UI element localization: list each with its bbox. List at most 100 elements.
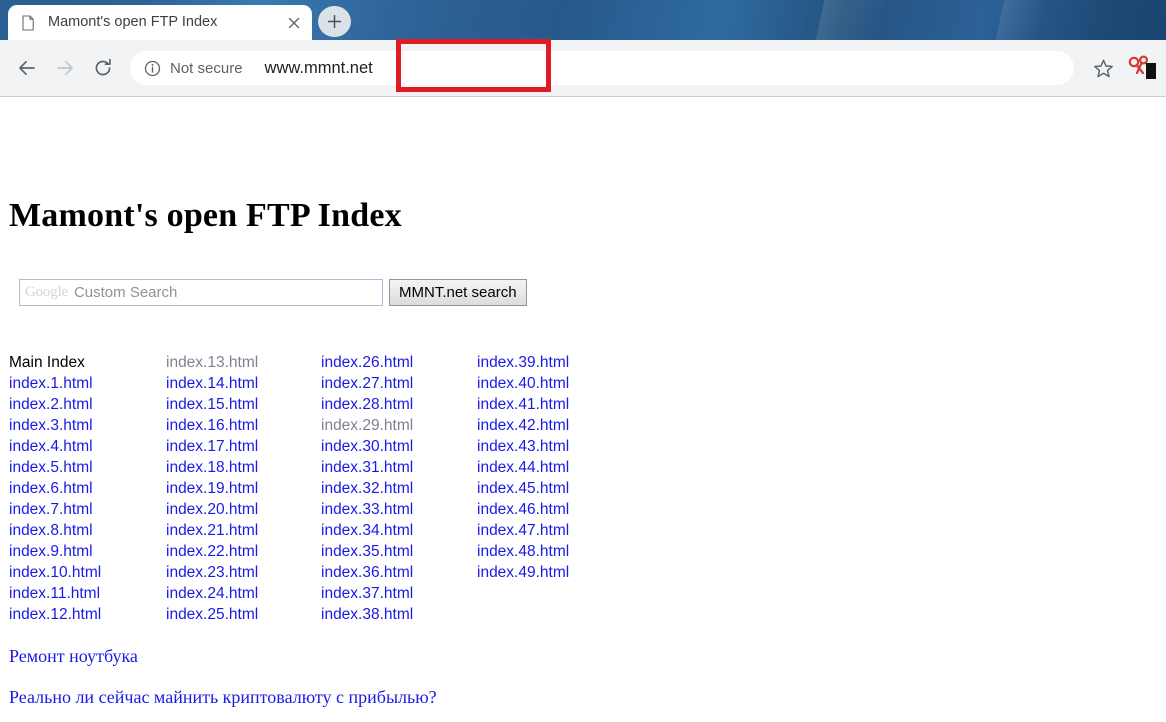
index-link[interactable]: index.45.html [477, 480, 569, 497]
page-title: Mamont's open FTP Index [9, 197, 402, 235]
index-link[interactable]: index.4.html [9, 438, 93, 455]
plus-icon [327, 14, 342, 29]
url-highlight-annotation [396, 39, 551, 92]
index-link[interactable]: index.22.html [166, 543, 258, 560]
security-status[interactable]: Not secure [144, 60, 243, 77]
index-link[interactable]: index.29.html [321, 417, 413, 434]
index-link[interactable]: index.48.html [477, 543, 569, 560]
index-link[interactable]: index.19.html [166, 480, 258, 497]
index-link[interactable]: index.2.html [9, 396, 93, 413]
search-button[interactable]: MMNT.net search [389, 279, 527, 306]
index-cell: index.34.html [321, 520, 413, 541]
index-link[interactable]: index.34.html [321, 522, 413, 539]
new-tab-button[interactable] [318, 6, 351, 37]
index-cell: index.1.html [9, 373, 101, 394]
index-cell: index.27.html [321, 373, 413, 394]
index-cell: index.6.html [9, 478, 101, 499]
index-cell: index.23.html [166, 562, 258, 583]
index-link[interactable]: index.33.html [321, 501, 413, 518]
extension-button[interactable] [1128, 51, 1158, 85]
index-link[interactable]: index.21.html [166, 522, 258, 539]
index-link[interactable]: index.14.html [166, 375, 258, 392]
index-link[interactable]: index.17.html [166, 438, 258, 455]
index-link[interactable]: index.28.html [321, 396, 413, 413]
index-cell: index.4.html [9, 436, 101, 457]
index-link[interactable]: index.49.html [477, 564, 569, 581]
index-link[interactable]: index.12.html [9, 606, 101, 623]
index-cell: index.22.html [166, 541, 258, 562]
reload-button[interactable] [84, 49, 122, 87]
index-link[interactable]: index.39.html [477, 354, 569, 371]
index-link[interactable]: index.35.html [321, 543, 413, 560]
index-link[interactable]: index.6.html [9, 480, 93, 497]
index-link[interactable]: index.1.html [9, 375, 93, 392]
index-cell: index.44.html [477, 457, 569, 478]
index-link[interactable]: index.27.html [321, 375, 413, 392]
index-link[interactable]: index.46.html [477, 501, 569, 518]
forward-button[interactable] [46, 49, 84, 87]
index-link[interactable]: index.38.html [321, 606, 413, 623]
index-cell: index.30.html [321, 436, 413, 457]
index-link[interactable]: index.20.html [166, 501, 258, 518]
search-row: Google Custom Search MMNT.net search [19, 279, 527, 306]
index-link[interactable]: index.25.html [166, 606, 258, 623]
close-icon[interactable] [282, 11, 306, 35]
search-input[interactable]: Google Custom Search [19, 279, 383, 306]
url-text: www.mmnt.net [265, 59, 373, 78]
index-link[interactable]: index.23.html [166, 564, 258, 581]
index-cell: index.35.html [321, 541, 413, 562]
index-cell: index.32.html [321, 478, 413, 499]
index-link[interactable]: index.9.html [9, 543, 93, 560]
index-link[interactable]: index.18.html [166, 459, 258, 476]
index-link[interactable]: index.42.html [477, 417, 569, 434]
index-cell: index.25.html [166, 604, 258, 625]
index-link[interactable]: index.36.html [321, 564, 413, 581]
index-link[interactable]: index.10.html [9, 564, 101, 581]
index-link[interactable]: index.37.html [321, 585, 413, 602]
google-watermark: Google [25, 284, 68, 301]
index-link[interactable]: index.41.html [477, 396, 569, 413]
index-link[interactable]: index.30.html [321, 438, 413, 455]
index-link[interactable]: index.8.html [9, 522, 93, 539]
forward-arrow-icon [54, 57, 76, 79]
tab-title: Mamont's open FTP Index [48, 15, 282, 30]
index-link[interactable]: index.47.html [477, 522, 569, 539]
bookmark-button[interactable] [1084, 49, 1122, 87]
index-link[interactable]: index.26.html [321, 354, 413, 371]
index-cell: index.9.html [9, 541, 101, 562]
index-link[interactable]: index.31.html [321, 459, 413, 476]
index-link[interactable]: index.7.html [9, 501, 93, 518]
index-link[interactable]: index.44.html [477, 459, 569, 476]
index-link[interactable]: index.15.html [166, 396, 258, 413]
index-cell: index.7.html [9, 499, 101, 520]
index-link[interactable]: index.16.html [166, 417, 258, 434]
index-column-4: index.39.html index.40.html index.41.html i… [477, 352, 569, 583]
index-cell: index.5.html [9, 457, 101, 478]
index-link[interactable]: index.3.html [9, 417, 93, 434]
index-cell: index.26.html [321, 352, 413, 373]
index-cell: index.29.html [321, 415, 413, 436]
index-link[interactable]: index.5.html [9, 459, 93, 476]
index-cell: index.15.html [166, 394, 258, 415]
info-circle-icon [144, 60, 161, 77]
toolbar-right-actions [1084, 49, 1158, 87]
index-cell: index.36.html [321, 562, 413, 583]
index-link[interactable]: index.11.html [9, 585, 100, 602]
index-cell: index.2.html [9, 394, 101, 415]
index-link[interactable]: index.13.html [166, 354, 258, 371]
back-button[interactable] [8, 49, 46, 87]
promo-link-1[interactable]: Ремонт ноутбука [9, 646, 437, 666]
index-link[interactable]: index.40.html [477, 375, 569, 392]
browser-tab[interactable]: Mamont's open FTP Index [8, 5, 312, 40]
index-cell: index.24.html [166, 583, 258, 604]
index-link[interactable]: index.24.html [166, 585, 258, 602]
address-bar[interactable]: Not secure www.mmnt.net [130, 51, 1074, 85]
promo-link-2[interactable]: Реально ли сейчас майнить криптовалюту с… [9, 687, 437, 707]
index-link[interactable]: index.32.html [321, 480, 413, 497]
index-cell: index.12.html [9, 604, 101, 625]
promo-links: Ремонт ноутбука Реально ли сейчас майнить… [9, 646, 437, 707]
index-cell: index.42.html [477, 415, 569, 436]
index-cell: index.47.html [477, 520, 569, 541]
tab-strip: Mamont's open FTP Index [0, 0, 1166, 40]
index-link[interactable]: index.43.html [477, 438, 569, 455]
